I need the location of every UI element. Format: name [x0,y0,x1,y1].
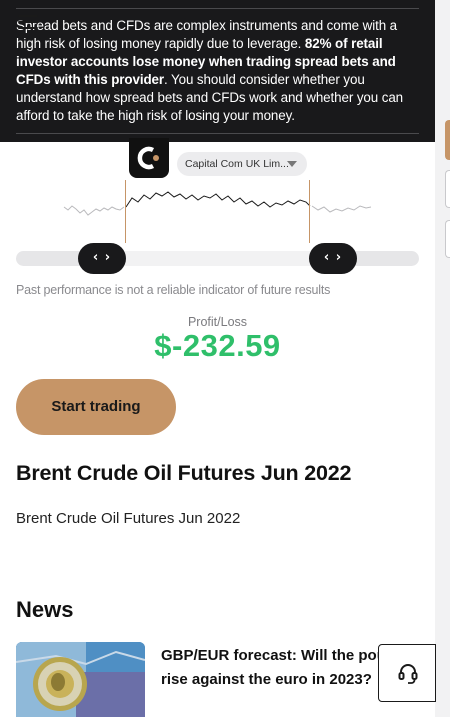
range-marker-left [125,180,126,243]
entity-selector[interactable]: Capital Com UK Lim... [177,152,307,176]
start-trading-button[interactable]: Start trading [16,379,176,435]
support-button[interactable] [378,644,436,702]
capital-com-logo[interactable] [129,138,169,178]
chart-line-left [63,205,125,216]
chart-line-right [311,205,372,213]
page: Spread bets and CFDs are complex instrum… [0,0,450,717]
news-heading: News [16,597,74,622]
range-marker-right [309,180,310,243]
risk-warning-text: Spread bets and CFDs are complex instrum… [16,18,404,123]
side-tab-accent[interactable] [445,120,450,160]
news-thumbnail[interactable] [16,642,145,717]
risk-divider-bottom [16,133,419,134]
entity-selector-label: Capital Com UK Lim... [185,158,289,170]
hamburger-icon[interactable] [18,15,38,29]
range-slider-right-handle[interactable]: ‹ › [309,243,357,274]
range-slider-selection [102,251,333,266]
chart-line-main [125,191,311,208]
side-tab[interactable] [445,220,450,258]
risk-divider-top [16,8,419,9]
price-chart [63,191,372,216]
headset-icon [398,664,418,684]
profit-loss-label: Profit/Loss [187,315,248,329]
performance-disclaimer: Past performance is not a reliable indic… [16,283,331,297]
instrument-subtitle: Brent Crude Oil Futures Jun 2022 [16,510,241,527]
instrument-title: Brent Crude Oil Futures Jun 2022 [16,461,352,485]
side-tab[interactable] [445,170,450,208]
caret-down-icon [287,161,297,167]
right-side-strip [435,0,450,717]
range-slider-left-handle[interactable]: ‹ › [78,243,126,274]
profit-loss-value: $-232.59 [154,328,281,363]
risk-warning-banner: Spread bets and CFDs are complex instrum… [0,0,435,142]
main-content: Spread bets and CFDs are complex instrum… [0,0,435,717]
